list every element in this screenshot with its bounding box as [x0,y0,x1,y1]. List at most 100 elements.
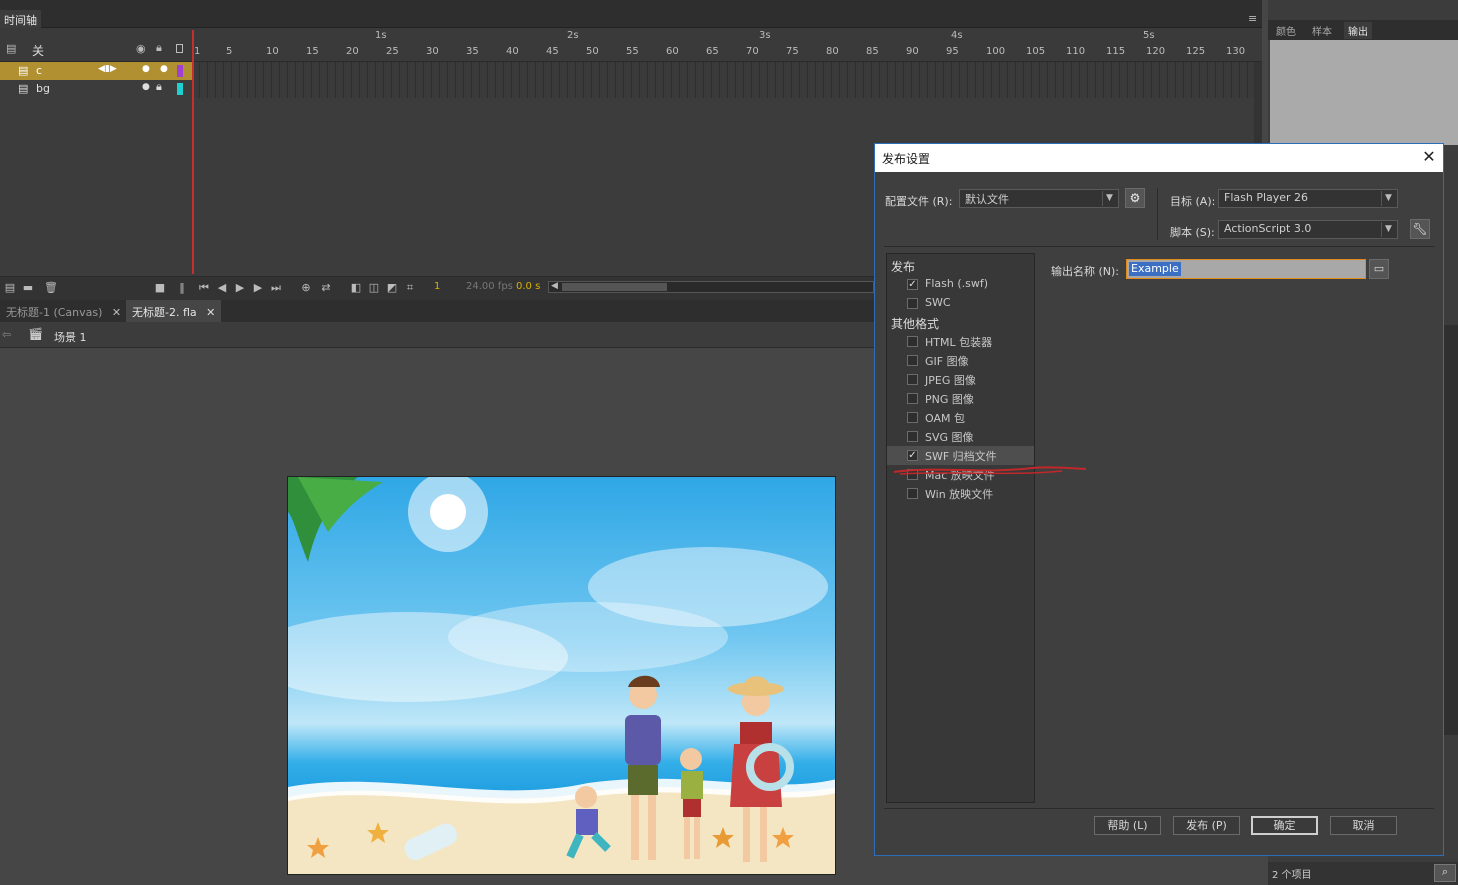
tab-output[interactable]: 输出 [1344,22,1372,39]
right-panel-sidebar [1444,325,1458,735]
fps-readout[interactable]: 24.00 fps [466,281,513,292]
back-arrow-icon[interactable]: ⇦ [2,328,11,341]
playhead[interactable] [192,30,194,274]
new-layer-icon[interactable]: ▤ [4,282,16,294]
scene-label[interactable]: 场景 1 [54,329,87,345]
publish-button[interactable]: 发布 (P) [1173,816,1240,835]
doc-tab-fla[interactable]: 无标题-2. fla ✕ [126,300,222,322]
parent-view-icon[interactable]: ‖ [176,282,188,294]
target-select[interactable]: Flash Player 26 ▼ [1218,189,1398,208]
layer-color-swatch[interactable] [177,83,183,95]
list-item-html[interactable]: HTML 包装器 [887,332,1034,351]
list-item-label: SVG 图像 [925,431,974,444]
close-icon[interactable]: ✕ [112,306,121,319]
layer-row-bg[interactable]: ▤ bg ● 🔒︎ [0,80,1255,98]
checkbox-jpeg[interactable] [907,374,918,385]
layer-edit-icon[interactable]: ◀▮▶ [98,64,117,74]
checkbox-oam[interactable] [907,412,918,423]
onion-skin-icon[interactable]: ◧ [350,282,362,294]
lock-dot-icon[interactable]: ● [160,64,168,74]
list-item-svg[interactable]: SVG 图像 [887,427,1034,446]
time-readout: 0.0 s [516,281,541,292]
ruler-frame-number: 70 [746,46,759,57]
script-select[interactable]: ActionScript 3.0 ▼ [1218,220,1398,239]
ok-button[interactable]: 确定 [1251,816,1318,835]
new-folder-icon[interactable]: ▬ [22,282,34,294]
chevron-down-icon: ▼ [1381,222,1395,237]
list-item-gif[interactable]: GIF 图像 [887,351,1034,370]
edit-multiple-icon[interactable]: ◩ [386,282,398,294]
onion-outline-icon[interactable]: ◫ [368,282,380,294]
script-label: 脚本 (S): [1170,226,1215,239]
scroll-left-icon[interactable]: ◀ [551,281,558,291]
first-frame-icon[interactable]: ⏮ [198,282,210,294]
target-label: 目标 (A): [1170,195,1216,208]
list-item-png[interactable]: PNG 图像 [887,389,1034,408]
list-item-label: OAM 包 [925,412,965,425]
onion-markers-icon[interactable]: ⌗ [404,282,416,294]
divider [884,246,1434,247]
dialog-title: 发布设置 [882,152,931,166]
close-icon[interactable]: ✕ [206,306,215,319]
checkbox-png[interactable] [907,393,918,404]
layer-frames[interactable] [192,80,1254,98]
list-item-jpeg[interactable]: JPEG 图像 [887,370,1034,389]
checkbox-swf-archive[interactable]: ✓ [907,450,918,461]
checkbox-swc[interactable] [907,298,918,309]
layer-frames[interactable] [192,62,1254,80]
ruler-frame-number: 95 [946,46,959,57]
layer-name: c [36,64,43,77]
checkbox-flash[interactable]: ✓ [907,279,918,290]
help-button[interactable]: 帮助 (L) [1094,816,1161,835]
folder-icon[interactable]: ▭ [1369,259,1389,279]
tab-swatches[interactable]: 样本 [1308,22,1336,39]
lock-icon[interactable]: 🔒︎ [156,80,162,94]
dialog-titlebar[interactable] [875,144,1443,172]
list-item-oam[interactable]: OAM 包 [887,408,1034,427]
checkbox-html[interactable] [907,336,918,347]
section-publish: 发布 [891,260,916,274]
section-other: 其他格式 [891,317,940,331]
divider [884,808,1434,809]
visible-dot-icon[interactable]: ● [142,82,150,92]
doc-tab-canvas[interactable]: 无标题-1 (Canvas) ✕ [0,300,127,322]
ruler-frame-number: 100 [986,46,1006,57]
next-frame-icon[interactable]: ▶ [252,282,264,294]
gear-icon[interactable]: ⚙ [1125,188,1145,208]
checkbox-svg[interactable] [907,431,918,442]
timeline-hscroll-thumb[interactable] [562,283,667,291]
output-name-value: Example [1129,262,1181,276]
profile-select[interactable]: 默认文件 ▼ [959,189,1119,208]
list-item-win-projector[interactable]: Win 放映文件 [887,484,1034,503]
list-item-flash[interactable]: ✓ Flash (.swf) [887,275,1034,294]
ruler-second-marker: 4s [951,30,963,41]
ruler-frame-number: 115 [1106,46,1126,57]
ruler-second-marker: 3s [759,30,771,41]
layer-color-swatch[interactable] [177,65,183,77]
center-frame-icon[interactable]: ⊕ [300,282,312,294]
checkbox-gif[interactable] [907,355,918,366]
last-frame-icon[interactable]: ⏭ [270,282,282,294]
wrench-icon[interactable]: 🔧︎ [1410,219,1430,239]
delete-icon[interactable]: 🗑︎ [44,282,58,294]
output-name-input[interactable]: Example [1126,259,1366,279]
tab-color[interactable]: 颜色 [1272,22,1300,39]
ruler-second-marker: 5s [1143,30,1155,41]
loop-icon[interactable]: ⇄ [320,282,332,294]
list-item-swc[interactable]: SWC [887,294,1034,313]
current-frame: 1 [434,281,441,292]
search-icon[interactable]: ⌕ [1434,864,1456,882]
camera-icon[interactable]: ■ [154,282,166,294]
visible-dot-icon[interactable]: ● [142,64,150,74]
cancel-button[interactable]: 取消 [1330,816,1397,835]
stage-canvas[interactable] [287,476,836,875]
output-preview-area [1270,40,1458,145]
list-item-label: SWF 归档文件 [925,450,997,463]
ruler-frame-number: 120 [1146,46,1166,57]
checkbox-win-projector[interactable] [907,488,918,499]
prev-frame-icon[interactable]: ◀ [216,282,228,294]
chevron-down-icon: ▼ [1381,191,1395,206]
layer-row-c[interactable]: ▤ c ◀▮▶ ● ● [0,62,1255,80]
play-icon[interactable]: ▶ [234,282,246,294]
close-icon[interactable]: ✕ [1420,147,1438,167]
